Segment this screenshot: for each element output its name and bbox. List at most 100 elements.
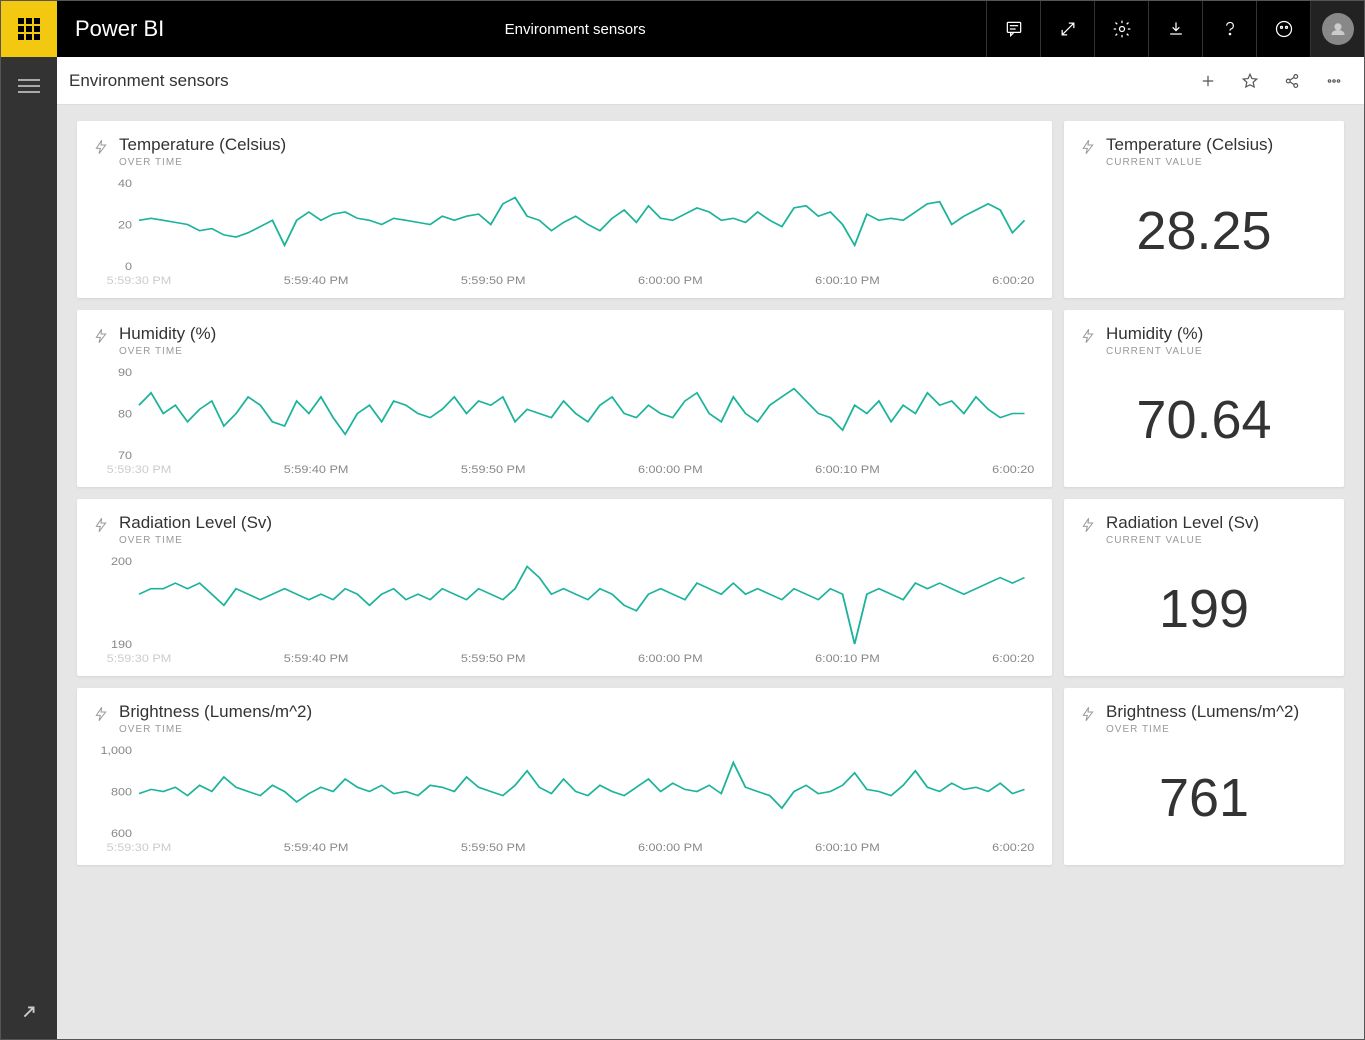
notifications-button[interactable]: [986, 1, 1040, 57]
smiley-icon: [1274, 19, 1294, 39]
svg-text:1,000: 1,000: [100, 745, 132, 757]
plus-icon: [1199, 72, 1217, 90]
chart-tile-radiation[interactable]: Radiation Level (Sv)OVER TIME2001905:59:…: [77, 499, 1052, 676]
dashboard-canvas: Temperature (Celsius)OVER TIME402005:59:…: [57, 105, 1364, 1039]
svg-text:5:59:40 PM: 5:59:40 PM: [284, 274, 349, 287]
svg-text:5:59:30 PM: 5:59:30 PM: [107, 274, 172, 287]
svg-text:5:59:30 PM: 5:59:30 PM: [107, 463, 172, 476]
share-button[interactable]: [1274, 63, 1310, 99]
avatar-icon: [1322, 13, 1354, 45]
tile-subtitle: CURRENT VALUE: [1106, 157, 1273, 168]
svg-text:70: 70: [118, 449, 132, 462]
svg-text:20: 20: [118, 218, 132, 231]
svg-text:6:00:10 PM: 6:00:10 PM: [815, 463, 880, 476]
tile-subtitle: CURRENT VALUE: [1106, 535, 1259, 546]
tile-title: Radiation Level (Sv): [1106, 513, 1259, 533]
svg-text:40: 40: [118, 178, 132, 190]
chart-tile-temperature[interactable]: Temperature (Celsius)OVER TIME402005:59:…: [77, 121, 1052, 298]
sidebar: [1, 57, 57, 1039]
svg-text:6:00:10 PM: 6:00:10 PM: [815, 652, 880, 665]
feedback-button[interactable]: [1256, 1, 1310, 57]
svg-text:6:00:00 PM: 6:00:00 PM: [638, 463, 703, 476]
download-button[interactable]: [1148, 1, 1202, 57]
svg-text:6:00:00 PM: 6:00:00 PM: [638, 274, 703, 287]
value-tile-brightness[interactable]: Brightness (Lumens/m^2) OVER TIME761: [1064, 688, 1344, 865]
lightning-icon: [93, 327, 109, 345]
svg-text:6:00:00 PM: 6:00:00 PM: [638, 652, 703, 665]
dashboard-row: Brightness (Lumens/m^2) OVER TIME 1,000 800…: [77, 688, 1344, 865]
lightning-icon: [93, 705, 109, 723]
chart-tile-humidity[interactable]: Humidity (%)OVER TIME9080705:59:30 PM5:5…: [77, 310, 1052, 487]
lightning-icon: [93, 516, 109, 534]
svg-text:5:59:30 PM: 5:59:30 PM: [107, 652, 172, 665]
chat-icon: [1004, 19, 1024, 39]
account-button[interactable]: [1310, 1, 1364, 57]
top-bar: Power BI Environment sensors: [1, 1, 1364, 57]
waffle-icon: [18, 18, 40, 40]
top-actions: [986, 1, 1364, 57]
value-tile-radiation[interactable]: Radiation Level (Sv) CURRENT VALUE199: [1064, 499, 1344, 676]
tile-subtitle: OVER TIME: [119, 157, 286, 168]
line-chart: 40 20 05:59:30 PM 5:59:40 PM 5:59:50 PM 6:00:…: [93, 178, 1036, 288]
expand-icon: [1058, 19, 1078, 39]
tile-title: Brightness (Lumens/m^2): [119, 702, 312, 722]
download-icon: [1166, 19, 1186, 39]
current-value: 761: [1080, 735, 1328, 855]
dashboard-title: Environment sensors: [69, 71, 1190, 91]
dashboard-row: Humidity (%)OVER TIME9080705:59:30 PM5:5…: [77, 310, 1344, 487]
tile-title: Radiation Level (Sv): [119, 513, 272, 533]
svg-text:5:59:50 PM: 5:59:50 PM: [461, 841, 526, 854]
svg-text:5:59:50 PM: 5:59:50 PM: [461, 274, 526, 287]
line-chart: 9080705:59:30 PM5:59:40 PM5:59:50 PM6:00…: [93, 367, 1036, 477]
lightning-icon: [1080, 705, 1096, 723]
popout-button[interactable]: [18, 1001, 40, 1023]
brand-label: Power BI: [57, 16, 164, 42]
svg-text:190: 190: [111, 638, 133, 651]
tile-subtitle: OVER TIME: [119, 535, 272, 546]
nav-toggle-button[interactable]: [18, 75, 40, 97]
tile-title: Humidity (%): [119, 324, 216, 344]
favorite-button[interactable]: [1232, 63, 1268, 99]
svg-text:6:00:00 PM: 6:00:00 PM: [638, 841, 703, 854]
svg-text:5:59:50 PM: 5:59:50 PM: [461, 463, 526, 476]
app-launcher-button[interactable]: [1, 1, 57, 57]
line-chart: 2001905:59:30 PM5:59:40 PM5:59:50 PM6:00…: [93, 556, 1036, 666]
more-button[interactable]: [1316, 63, 1352, 99]
tile-subtitle: OVER TIME: [119, 346, 216, 357]
lightning-icon: [93, 138, 109, 156]
lightning-icon: [1080, 327, 1096, 345]
add-tile-button[interactable]: [1190, 63, 1226, 99]
lightning-icon: [1080, 516, 1096, 534]
svg-text:6:00:20 PM: 6:00:20 PM: [992, 463, 1036, 476]
settings-button[interactable]: [1094, 1, 1148, 57]
svg-text:600: 600: [111, 827, 133, 840]
svg-text:0: 0: [125, 260, 132, 273]
help-icon: [1220, 19, 1240, 39]
tile-title: Temperature (Celsius): [1106, 135, 1273, 155]
value-tile-temperature[interactable]: Temperature (Celsius) CURRENT VALUE28.25: [1064, 121, 1344, 298]
star-icon: [1241, 72, 1259, 90]
tile-subtitle: OVER TIME: [119, 724, 312, 735]
dashboard-row: Temperature (Celsius)OVER TIME402005:59:…: [77, 121, 1344, 298]
help-button[interactable]: [1202, 1, 1256, 57]
svg-text:5:59:40 PM: 5:59:40 PM: [284, 463, 349, 476]
share-icon: [1283, 72, 1301, 90]
value-tile-humidity[interactable]: Humidity (%)CURRENT VALUE70.64: [1064, 310, 1344, 487]
svg-text:6:00:20 PM: 6:00:20 PM: [992, 652, 1036, 665]
tile-title: Brightness (Lumens/m^2): [1106, 702, 1299, 722]
svg-text:800: 800: [111, 785, 133, 798]
page-title: Environment sensors: [164, 21, 986, 38]
tile-subtitle: CURRENT VALUE: [1106, 346, 1203, 357]
tile-title: Temperature (Celsius): [119, 135, 286, 155]
svg-text:5:59:40 PM: 5:59:40 PM: [284, 841, 349, 854]
chart-tile-brightness[interactable]: Brightness (Lumens/m^2) OVER TIME 1,000 800…: [77, 688, 1052, 865]
sub-header: Environment sensors: [57, 57, 1364, 105]
svg-text:6:00:20 PM: 6:00:20 PM: [992, 274, 1036, 287]
current-value: 28.25: [1080, 168, 1328, 288]
svg-text:80: 80: [118, 407, 132, 420]
svg-text:5:59:40 PM: 5:59:40 PM: [284, 652, 349, 665]
fullscreen-button[interactable]: [1040, 1, 1094, 57]
tile-subtitle: OVER TIME: [1106, 724, 1299, 735]
tile-title: Humidity (%): [1106, 324, 1203, 344]
current-value: 199: [1080, 546, 1328, 666]
